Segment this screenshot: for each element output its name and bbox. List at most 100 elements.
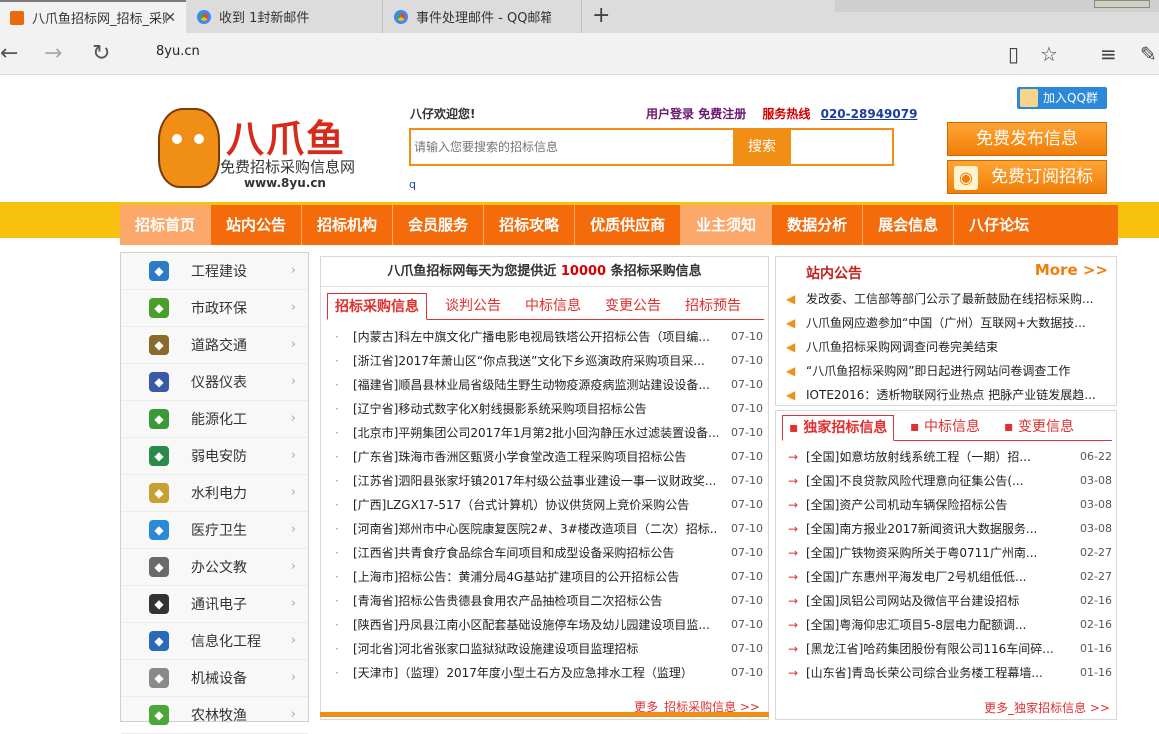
tab-exclusive-change[interactable]: ▪ 变更信息 <box>1004 415 1074 441</box>
note-icon[interactable]: ✎ <box>1140 42 1157 66</box>
tab-8yu[interactable]: 八爪鱼招标网_招标_采购 ✕ <box>0 0 186 33</box>
notice-item[interactable]: ◀ 发改委、工信部等部门公示了最新鼓励在线招标采购... <box>786 287 1112 311</box>
menu-item-expo[interactable]: 展会信息 <box>863 205 955 245</box>
tender-row[interactable]: · [广西]LZGX17-517（台式计算机）协议供货网上竞价采购公告 07-10 <box>331 493 763 517</box>
exclusive-row[interactable]: → [全国]资产公司机动车辆保险招标公告 03-08 <box>786 493 1112 517</box>
category-item[interactable]: ◆ 弱电安防 › <box>121 438 308 475</box>
category-item[interactable]: ◆ 工程建设 › <box>121 253 308 290</box>
hotline-number[interactable]: 020-28949079 <box>821 107 918 121</box>
exclusive-row[interactable]: → [黑龙江省]哈药集团股份有限公司116车间碎... 01-16 <box>786 637 1112 661</box>
tender-row[interactable]: · [上海市]招标公告：黄浦分局4G基站扩建项目的公开招标公告 07-10 <box>331 565 763 589</box>
tender-row[interactable]: · [辽宁省]移动式数字化X射线摄影系统采购项目招标公告 07-10 <box>331 397 763 421</box>
category-item[interactable]: ◆ 道路交通 › <box>121 327 308 364</box>
notices-more-link[interactable]: More >> <box>1035 261 1108 279</box>
menu-item-notices[interactable]: 站内公告 <box>211 205 303 245</box>
menu-item-analysis[interactable]: 数据分析 <box>772 205 864 245</box>
favorite-star-icon[interactable]: ☆ <box>1040 42 1058 66</box>
tab-change[interactable]: 变更公告 <box>605 293 661 320</box>
hot-keyword-link[interactable]: q <box>409 178 416 191</box>
menu-item-home[interactable]: 招标首页 <box>120 205 212 245</box>
tender-row[interactable]: · [江西省]共青食疗食品综合车间项目和成型设备采购招标公告 07-10 <box>331 541 763 565</box>
join-qq-group-button[interactable]: 加入QQ群 <box>1017 87 1107 109</box>
exclusive-date: 03-08 <box>1080 474 1112 487</box>
hub-menu-icon[interactable]: ≡ <box>1100 42 1117 66</box>
tab-mail-event[interactable]: 事件处理邮件 - QQ邮箱 <box>384 0 582 33</box>
exclusive-list: → [全国]如意坊放射线系统工程（一期）招... 06-22 → [全国]不良贷款风险代… <box>786 445 1112 685</box>
chevron-right-icon: › <box>290 559 296 574</box>
exclusive-row[interactable]: → [全国]广东惠州平海发电厂2号机组低低... 02-27 <box>786 565 1112 589</box>
menu-item-members[interactable]: 会员服务 <box>393 205 485 245</box>
menu-item-agencies[interactable]: 招标机构 <box>302 205 394 245</box>
exclusive-row[interactable]: → [全国]如意坊放射线系统工程（一期）招... 06-22 <box>786 445 1112 469</box>
menu-item-guide[interactable]: 招标攻略 <box>484 205 576 245</box>
new-tab-icon[interactable]: + <box>592 3 610 28</box>
tender-row[interactable]: · [内蒙古]科左中旗文化广播电影电视局铁塔公开招标公告（项目编... 07-10 <box>331 325 763 349</box>
category-item[interactable]: ◆ 通讯电子 › <box>121 586 308 623</box>
tender-date: 07-10 <box>731 666 763 679</box>
site-logo[interactable]: 八爪鱼 免费招标采购信息网 www.8yu.cn <box>158 108 368 190</box>
exclusive-row[interactable]: → [全国]广铁物资采购所关于粤0711广州南... 02-27 <box>786 541 1112 565</box>
reading-view-icon[interactable]: ▯ <box>1008 42 1019 66</box>
notice-item[interactable]: ◀ IOTE2016：透析物联网行业热点 把脉产业链发展趋... <box>786 383 1112 407</box>
search-button[interactable]: 搜索 <box>733 130 791 164</box>
close-tab-icon[interactable]: ✕ <box>164 10 176 26</box>
refresh-icon[interactable]: ↻ <box>92 41 110 66</box>
tender-row[interactable]: · [福建省]顺昌县林业局省级陆生野生动物疫源疫病监测站建设设备... 07-10 <box>331 373 763 397</box>
exclusive-row[interactable]: → [全国]凤铝公司网站及微信平台建设招标 02-16 <box>786 589 1112 613</box>
login-link[interactable]: 用户登录 <box>646 107 694 121</box>
back-arrow-icon[interactable]: ← <box>0 41 18 66</box>
tab-title: 事件处理邮件 - QQ邮箱 <box>416 11 551 26</box>
tab-exclusive[interactable]: ▪ 独家招标信息 <box>782 415 895 441</box>
exclusive-date: 02-16 <box>1080 618 1112 631</box>
category-item[interactable]: ◆ 水利电力 › <box>121 475 308 512</box>
menu-item-forum[interactable]: 八仔论坛 <box>954 205 1044 245</box>
category-label: 办公文教 <box>191 560 247 576</box>
category-item[interactable]: ◆ 农林牧渔 › <box>121 697 308 734</box>
tab-exclusive-award[interactable]: ▪ 中标信息 <box>910 415 980 441</box>
tender-title: [浙江省]2017年萧山区“你点我送”文化下乡巡演政府采购项目采... <box>353 354 705 368</box>
tab-mail-new[interactable]: 收到 1封新邮件 <box>187 0 383 33</box>
exclusive-row[interactable]: → [全国]南方报业2017新闻资讯大数据服务... 03-08 <box>786 517 1112 541</box>
tender-title: [辽宁省]移动式数字化X射线摄影系统采购项目招标公告 <box>353 402 647 416</box>
tab-negotiation[interactable]: 谈判公告 <box>445 293 501 320</box>
bullet-icon: · <box>335 522 339 536</box>
category-item[interactable]: ◆ 能源化工 › <box>121 401 308 438</box>
forward-arrow-icon[interactable]: → <box>44 41 62 66</box>
menu-item-suppliers[interactable]: 优质供应商 <box>575 205 682 245</box>
exclusive-row[interactable]: → [山东省]青岛长荣公司综合业务楼工程幕墙... 01-16 <box>786 661 1112 685</box>
tender-date: 07-10 <box>731 498 763 511</box>
exclusive-row[interactable]: → [全国]粤海仰忠汇项目5-8层电力配额调... 02-16 <box>786 613 1112 637</box>
category-item[interactable]: ◆ 信息化工程 › <box>121 623 308 660</box>
tender-row[interactable]: · [浙江省]2017年萧山区“你点我送”文化下乡巡演政府采购项目采... 07-1… <box>331 349 763 373</box>
tender-row[interactable]: · [陕西省]丹凤县江南小区配套基础设施停车场及幼儿园建设项目监... 07-10 <box>331 613 763 637</box>
exclusive-row[interactable]: → [全国]不良贷款风险代理意向征集公告(... 03-08 <box>786 469 1112 493</box>
menu-item-owner-notes[interactable]: 业主须知 <box>681 205 773 245</box>
subscribe-button[interactable]: ◉ 免费订阅招标 <box>947 160 1107 194</box>
tender-row[interactable]: · [广东省]珠海市香洲区甄贤小学食堂改造工程采购项目招标公告 07-10 <box>331 445 763 469</box>
notice-item[interactable]: ◀ 八爪鱼招标采购网调查问卷完美结束 <box>786 335 1112 359</box>
category-item[interactable]: ◆ 机械设备 › <box>121 660 308 697</box>
notice-item[interactable]: ◀ “八爪鱼招标采购网”即日起进行网站问卷调查工作 <box>786 359 1112 383</box>
tender-row[interactable]: · [河南省]郑州市中心医院康复医院2#、3#楼改造项目（二次）招标... 07-1… <box>331 517 763 541</box>
category-icon: ◆ <box>149 483 169 503</box>
search-input[interactable] <box>411 130 733 164</box>
tab-award[interactable]: 中标信息 <box>525 293 581 320</box>
category-item[interactable]: ◆ 仪器仪表 › <box>121 364 308 401</box>
register-link[interactable]: 免费注册 <box>698 107 746 121</box>
logo-url: www.8yu.cn <box>244 176 326 190</box>
tab-tender-info[interactable]: 招标采购信息 <box>327 293 427 320</box>
tender-row[interactable]: · [江苏省]泗阳县张家圩镇2017年村级公益事业建设一事一议财政奖... 07-1… <box>331 469 763 493</box>
tender-row[interactable]: · [河北省]河北省张家口监狱狱政设施建设项目监理招标 07-10 <box>331 637 763 661</box>
publish-info-button[interactable]: 免费发布信息 <box>947 122 1107 156</box>
notice-item[interactable]: ◀ 八爪鱼网应邀参加“中国（广州）互联网+大数据技... <box>786 311 1112 335</box>
more-exclusive-link[interactable]: 更多_独家招标信息 >> <box>984 699 1110 716</box>
category-item[interactable]: ◆ 医疗卫生 › <box>121 512 308 549</box>
tender-row[interactable]: · [青海省]招标公告贵德县食用农产品抽检项目二次招标公告 07-10 <box>331 589 763 613</box>
tab-preview[interactable]: 招标预告 <box>685 293 741 320</box>
exclusive-date: 01-16 <box>1080 666 1112 679</box>
url-field[interactable]: 8yu.cn <box>156 44 200 59</box>
tender-row[interactable]: · [天津市]（监理）2017年度小型土石方及应急排水工程（监理） 07-10 <box>331 661 763 685</box>
category-item[interactable]: ◆ 市政环保 › <box>121 290 308 327</box>
tender-row[interactable]: · [北京市]平朔集团公司2017年1月第2批小回沟静压水过滤装置设备... 07-… <box>331 421 763 445</box>
category-item[interactable]: ◆ 办公文教 › <box>121 549 308 586</box>
